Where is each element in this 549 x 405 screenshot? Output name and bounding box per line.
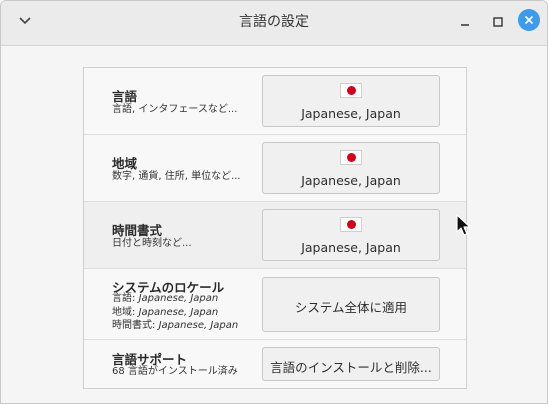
system-locale-language-line: 言語: Japanese, Japan (112, 293, 219, 304)
language-row: 言語 言語, インタフェースなど... Japanese, Japan (84, 68, 466, 135)
region-button[interactable]: Japanese, Japan (262, 142, 440, 194)
maximize-button[interactable] (487, 11, 509, 33)
language-subtitle: 言語, インタフェースなど... (112, 104, 238, 115)
language-support-subtitle: 68 言語がインストール済み (112, 366, 238, 377)
maximize-icon (493, 17, 503, 27)
time-format-button-label: Japanese, Japan (301, 240, 401, 255)
settings-panel: 言語 言語, インタフェースなど... Japanese, Japan 地域 数… (83, 67, 467, 389)
close-button[interactable] (518, 9, 540, 31)
minimize-button[interactable] (454, 11, 476, 33)
apply-system-wide-button[interactable]: システム全体に適用 (262, 277, 440, 332)
minimize-icon (461, 24, 469, 26)
apply-system-wide-label: システム全体に適用 (294, 300, 408, 315)
close-icon (524, 15, 534, 25)
mouse-pointer-icon (456, 214, 471, 236)
japan-flag-icon (340, 83, 362, 98)
region-button-label: Japanese, Japan (301, 173, 401, 188)
region-subtitle: 数字, 通貨, 住所, 単位など... (112, 171, 241, 182)
language-settings-window: 言語の設定 言語 言語, インタフェースなど... Japanese, Japa… (0, 0, 548, 404)
install-remove-languages-label: 言語のインストールと削除... (270, 360, 432, 375)
system-locale-region-line: 地域: Japanese, Japan (112, 306, 219, 318)
title-bar: 言語の設定 (1, 1, 547, 46)
language-support-row: 言語サポート 68 言語がインストール済み 言語のインストールと削除... (84, 340, 466, 388)
system-locale-time-line: 時間書式: Japanese, Japan (112, 320, 239, 331)
time-format-row: 時間書式 日付と時刻など... Japanese, Japan (84, 202, 466, 269)
language-button[interactable]: Japanese, Japan (262, 75, 440, 127)
language-button-label: Japanese, Japan (301, 106, 401, 121)
region-row: 地域 数字, 通貨, 住所, 単位など... Japanese, Japan (84, 135, 466, 202)
time-format-button[interactable]: Japanese, Japan (262, 209, 440, 261)
japan-flag-icon (340, 217, 362, 232)
time-format-subtitle: 日付と時刻など... (112, 238, 192, 249)
install-remove-languages-button[interactable]: 言語のインストールと削除... (262, 347, 440, 381)
japan-flag-icon (340, 150, 362, 165)
system-locale-row: システムのロケール 言語: Japanese, Japan 地域: Japane… (84, 269, 466, 340)
system-locale-details: 言語: Japanese, Japan 地域: Japanese, Japan … (112, 292, 238, 333)
